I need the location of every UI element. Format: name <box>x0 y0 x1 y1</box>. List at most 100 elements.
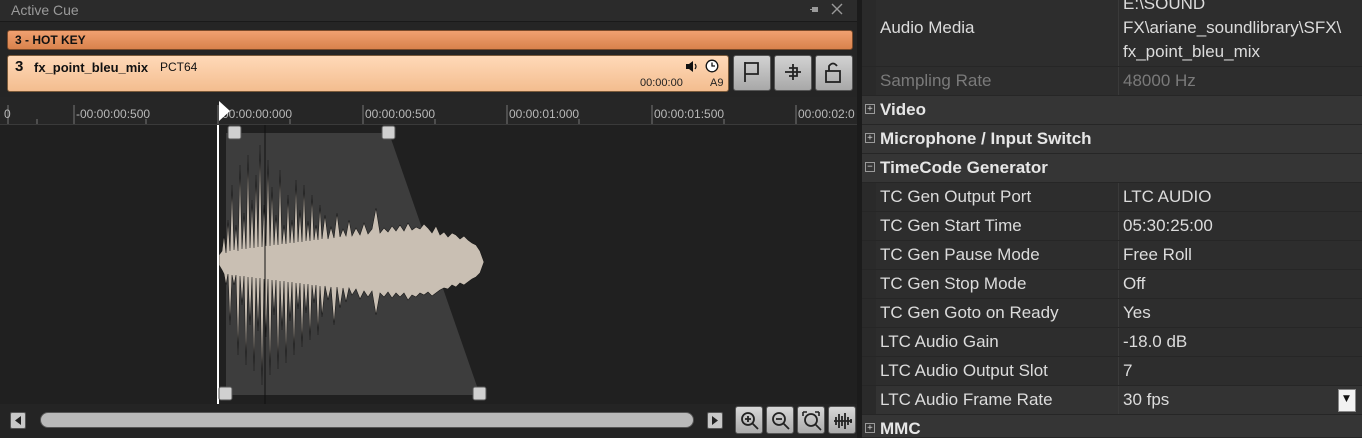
prop-row-tc-goto-ready[interactable]: TC Gen Goto on Ready Yes <box>862 299 1362 328</box>
prop-value[interactable]: Free Roll <box>1123 245 1192 265</box>
media-path-line: FX\ariane_soundlibrary\SFX\ <box>1123 18 1342 37</box>
timeline-ruler[interactable]: 0 -00:00:00:500 00:00:00:000 00:00:00:50… <box>0 97 857 125</box>
set-marker-button[interactable] <box>774 55 812 91</box>
column-divider <box>1118 299 1119 327</box>
clock-icon <box>705 58 719 73</box>
speaker-icon <box>685 58 699 72</box>
prop-value[interactable]: 05:30:25:00 <box>1123 216 1213 236</box>
prop-value[interactable]: 7 <box>1123 361 1132 381</box>
prop-label: TC Gen Goto on Ready <box>880 303 1059 322</box>
prop-label: TC Gen Start Time <box>880 216 1022 235</box>
cue-slot: A9 <box>710 77 724 89</box>
ruler-tick-label: 00:00:02:0 <box>798 107 855 121</box>
zoom-in-button[interactable] <box>735 406 763 434</box>
prop-row-ltc-frame-rate[interactable]: LTC Audio Frame Rate 30 fps ▼ <box>862 386 1362 415</box>
column-divider <box>1118 386 1119 414</box>
collapse-icon[interactable]: − <box>865 162 875 172</box>
ruler-tick-label: 00:00:01:000 <box>509 107 580 121</box>
ruler-tick-label: -00:00:00:500 <box>76 107 151 121</box>
waveform-area[interactable] <box>0 125 857 405</box>
row-gutter <box>862 328 876 356</box>
cue-row[interactable]: 3 fx_point_bleu_mix PCT64 00:00:00 A9 <box>7 55 729 92</box>
prop-row-audio-media[interactable]: Audio Media E:\SOUND FX\ariane_soundlibr… <box>862 0 1362 67</box>
category-label: MMC <box>880 419 921 438</box>
category-mmc[interactable]: + MMC <box>862 415 1362 438</box>
ruler-tick-label: 00:00:01:500 <box>654 107 725 121</box>
row-gutter <box>862 241 876 269</box>
media-path-line: E:\SOUND <box>1123 0 1206 13</box>
prop-label: TC Gen Pause Mode <box>880 245 1040 264</box>
prop-label: LTC Audio Frame Rate <box>880 390 1053 409</box>
category-label: Microphone / Input Switch <box>880 129 1092 148</box>
playhead-marker[interactable] <box>218 101 232 121</box>
column-divider <box>1118 241 1119 269</box>
row-gutter <box>862 270 876 298</box>
prop-row-ltc-gain[interactable]: LTC Audio Gain -18.0 dB <box>862 328 1362 357</box>
dropdown-button[interactable]: ▼ <box>1338 389 1356 412</box>
prop-value[interactable]: Yes <box>1123 303 1151 323</box>
row-gutter <box>862 357 876 385</box>
chevron-down-icon: ▼ <box>1343 394 1350 404</box>
zoom-out-button[interactable] <box>766 406 794 434</box>
media-path-line: fx_point_bleu_mix <box>1123 42 1261 61</box>
category-label: Video <box>880 100 926 119</box>
prop-row-tc-start-time[interactable]: TC Gen Start Time 05:30:25:00 <box>862 212 1362 241</box>
row-gutter <box>862 183 876 211</box>
hotkey-bar[interactable]: 3 - HOT KEY <box>7 30 853 50</box>
expand-icon[interactable]: + <box>865 104 875 114</box>
column-divider <box>1118 357 1119 385</box>
expand-icon[interactable]: + <box>865 133 875 143</box>
row-gutter <box>862 212 876 240</box>
row-gutter <box>862 67 876 95</box>
end-handle <box>472 386 487 401</box>
prop-row-tc-pause-mode[interactable]: TC Gen Pause Mode Free Roll <box>862 241 1362 270</box>
prop-value-audio-media: E:\SOUND FX\ariane_soundlibrary\SFX\ fx_… <box>1123 0 1341 64</box>
prop-value[interactable]: Off <box>1123 274 1145 294</box>
prop-row-tc-output-port[interactable]: TC Gen Output Port LTC AUDIO <box>862 183 1362 212</box>
prop-value[interactable]: 30 fps <box>1123 390 1169 410</box>
expand-icon[interactable]: + <box>865 423 875 433</box>
lock-button[interactable] <box>815 55 853 91</box>
set-start-button[interactable] <box>733 55 771 91</box>
prop-row-tc-stop-mode[interactable]: TC Gen Stop Mode Off <box>862 270 1362 299</box>
scroll-right-button[interactable] <box>707 412 723 429</box>
prop-value[interactable]: -18.0 dB <box>1123 332 1187 352</box>
category-timecode[interactable]: − TimeCode Generator <box>862 154 1362 183</box>
pin-icon[interactable] <box>808 3 822 17</box>
column-divider <box>1118 270 1119 298</box>
prop-label: TC Gen Stop Mode <box>880 274 1027 293</box>
prop-label: TC Gen Output Port <box>880 187 1032 206</box>
prop-label: LTC Audio Gain <box>880 332 999 351</box>
row-gutter <box>862 299 876 327</box>
prop-row-ltc-output-slot[interactable]: LTC Audio Output Slot 7 <box>862 357 1362 386</box>
zoom-fit-button[interactable] <box>797 406 825 434</box>
column-divider <box>1118 0 1119 66</box>
cue-time: 00:00:00 <box>640 77 683 89</box>
close-icon[interactable] <box>830 2 844 16</box>
prop-value[interactable]: LTC AUDIO <box>1123 187 1211 207</box>
category-video[interactable]: + Video <box>862 96 1362 125</box>
cue-device: PCT64 <box>160 60 198 74</box>
ruler-tick-label: 00:00:00:000 <box>222 107 293 121</box>
prop-label: Audio Media <box>880 18 975 37</box>
prop-value: 48000 Hz <box>1123 71 1196 90</box>
column-divider <box>1118 67 1119 95</box>
scroll-left-button[interactable] <box>10 412 26 429</box>
column-divider <box>1118 212 1119 240</box>
prop-label: Sampling Rate <box>880 71 992 90</box>
panel-title: Active Cue <box>11 2 79 18</box>
prop-row-sampling-rate[interactable]: Sampling Rate 48000 Hz <box>862 67 1362 96</box>
property-grid: Audio Media E:\SOUND FX\ariane_soundlibr… <box>862 0 1362 438</box>
category-microphone[interactable]: + Microphone / Input Switch <box>862 125 1362 154</box>
waveform-zoom-button[interactable] <box>828 406 856 434</box>
panel-header: Active Cue <box>0 0 857 22</box>
cue-name: fx_point_bleu_mix <box>34 60 149 75</box>
horizontal-scrollbar[interactable] <box>40 412 694 428</box>
ruler-tick-label: 00:00:00:500 <box>365 107 436 121</box>
category-label: TimeCode Generator <box>880 158 1048 177</box>
fade-in-handle <box>227 125 242 140</box>
fade-out-handle <box>381 125 396 140</box>
start-handle <box>218 386 233 401</box>
hotkey-label: 3 - HOT KEY <box>15 33 86 47</box>
cue-number: 3 <box>15 58 24 75</box>
